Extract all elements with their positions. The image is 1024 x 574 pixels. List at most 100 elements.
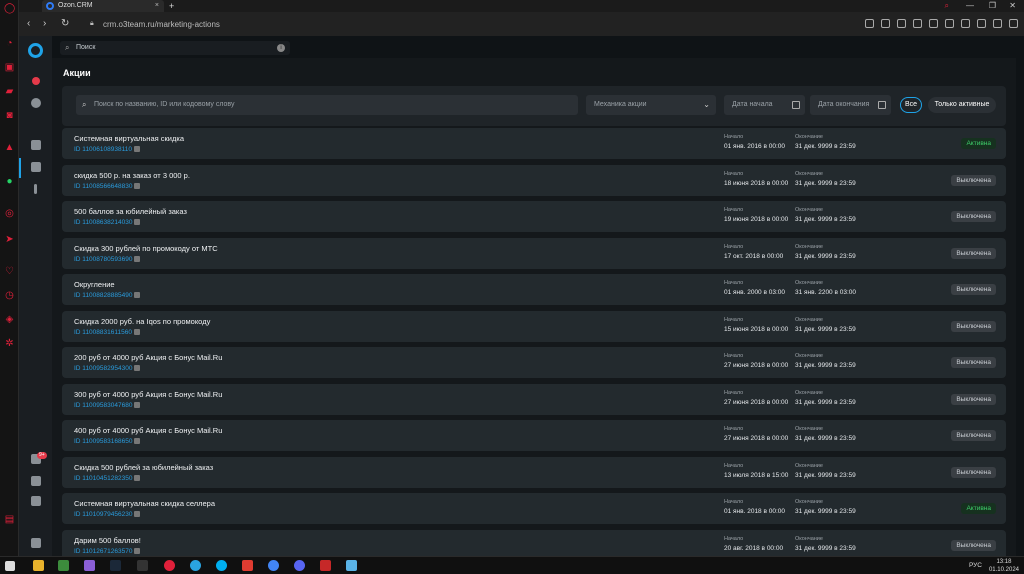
copy-icon[interactable] — [134, 474, 141, 481]
minecraft-icon[interactable] — [58, 560, 69, 571]
search-tab-icon[interactable] — [865, 19, 874, 28]
instagram-icon[interactable]: ◙ — [4, 110, 15, 121]
language-indicator[interactable]: РУС — [969, 562, 982, 569]
history-icon[interactable]: ◷ — [4, 290, 15, 301]
promotion-id[interactable]: ID 11009583168650 — [74, 438, 141, 445]
steam-icon[interactable] — [110, 560, 121, 571]
filter-all-button[interactable]: Все — [900, 97, 922, 113]
box-icon[interactable]: ◈ — [4, 314, 15, 325]
promotion-name[interactable]: Дарим 500 баллов! — [74, 536, 141, 545]
promotion-id[interactable]: ID 11006108938110 — [74, 146, 140, 153]
share-icon[interactable] — [929, 19, 938, 28]
copy-icon[interactable] — [133, 328, 140, 335]
speed-dial-icon[interactable]: ◔ — [4, 38, 15, 49]
promotion-name[interactable]: Системная виртуальная скидка селлера — [74, 499, 215, 508]
promotion-name[interactable]: Системная виртуальная скидка — [74, 134, 184, 143]
promotion-id[interactable]: ID 11008780593690 — [74, 255, 141, 263]
twitch-icon[interactable]: ▰ — [4, 86, 15, 97]
yandex-icon[interactable] — [320, 560, 331, 571]
music-icon[interactable]: ◎ — [4, 208, 15, 219]
discord-icon[interactable] — [294, 560, 305, 571]
copy-icon[interactable] — [134, 438, 141, 444]
start-icon[interactable] — [5, 561, 15, 571]
copy-icon[interactable] — [134, 365, 141, 371]
promotion-id[interactable]: ID 11008566648830 — [74, 182, 141, 190]
opera-logo-icon[interactable]: ◯ — [4, 3, 15, 14]
promotion-id[interactable]: ID 11008638214030 — [74, 219, 141, 226]
minimize-button[interactable]: — — [966, 0, 974, 12]
aria-icon[interactable]: ▲ — [4, 142, 15, 153]
promotion-row[interactable]: 400 руб от 4000 руб Акция с Бонус Mail.R… — [62, 420, 1006, 451]
play-icon[interactable] — [31, 98, 41, 108]
shopping-icon[interactable]: ▣ — [4, 62, 15, 73]
url-field[interactable]: crm.o3team.ru/marketing-actions — [103, 20, 220, 29]
skype-icon[interactable] — [216, 560, 227, 571]
ozon-logo-icon[interactable] — [28, 43, 43, 58]
easy-setup-icon[interactable] — [993, 19, 1002, 28]
telegram-icon[interactable] — [190, 560, 201, 571]
opera-taskbar-icon[interactable] — [164, 560, 175, 571]
opera-menu-icon[interactable]: ⌕ — [945, 0, 949, 12]
heart-icon[interactable]: ♡ — [4, 266, 15, 277]
promotion-name[interactable]: Скидка 500 рублей за юбилейный заказ — [74, 463, 213, 472]
promotion-id[interactable]: ID 11012671263570 — [74, 547, 141, 555]
global-search-input[interactable]: ⌕ Поиск i — [60, 41, 290, 55]
promotion-row[interactable]: Скидка 300 рублей по промокоду от МТС ID … — [62, 237, 1006, 269]
copy-icon[interactable] — [134, 547, 141, 554]
mechanics-select[interactable]: Механика акции ⌄ — [586, 95, 716, 115]
settings-icon[interactable]: ✲ — [4, 338, 15, 349]
filter-only-active-button[interactable]: Только активные — [928, 97, 996, 113]
copy-icon[interactable] — [134, 255, 141, 262]
sidebar-toggle-icon[interactable]: ▤ — [4, 514, 15, 525]
profile-icon[interactable] — [1009, 19, 1018, 28]
anydesk-icon[interactable] — [242, 560, 253, 571]
promotion-name[interactable]: 200 руб от 4000 руб Акция с Бонус Mail.R… — [74, 353, 222, 362]
promotion-row[interactable]: скидка 500 р. на заказ от 3 000 р. ID 110… — [62, 164, 1006, 196]
promotion-row[interactable]: Системная виртуальная скидка ID 110061089… — [62, 128, 1006, 159]
new-tab-button[interactable]: + — [169, 0, 174, 12]
end-date-field[interactable]: Дата окончания — [810, 95, 891, 115]
whatsapp-icon[interactable]: ● — [4, 176, 15, 187]
check-icon[interactable] — [31, 140, 41, 150]
promotion-row[interactable]: 200 руб от 4000 руб Акция с Бонус Mail.R… — [62, 347, 1006, 378]
copy-icon[interactable] — [134, 292, 141, 298]
megaphone-icon[interactable] — [31, 162, 41, 172]
vpn-icon[interactable] — [977, 19, 986, 28]
promotion-name[interactable]: 300 руб от 4000 руб Акция с Бонус Mail.R… — [74, 390, 222, 399]
copy-icon[interactable] — [134, 511, 141, 517]
copy-icon[interactable] — [134, 219, 141, 225]
extensions-icon[interactable] — [961, 19, 970, 28]
promotion-name[interactable]: 500 баллов за юбилейный заказ — [74, 207, 187, 216]
copy-icon[interactable] — [134, 401, 141, 408]
chat-icon[interactable] — [31, 476, 41, 486]
send-icon[interactable]: ➤ — [4, 234, 15, 245]
record-icon[interactable] — [32, 77, 40, 85]
epic-games-icon[interactable] — [137, 560, 148, 571]
info-icon[interactable]: i — [277, 44, 285, 52]
logout-icon[interactable] — [31, 538, 41, 548]
promotion-name[interactable]: 400 руб от 4000 руб Акция с Бонус Mail.R… — [74, 426, 222, 435]
promotion-name[interactable]: скидка 500 р. на заказ от 3 000 р. — [74, 171, 190, 180]
chrome-icon[interactable] — [268, 560, 279, 571]
more-icon[interactable] — [34, 184, 37, 194]
promotion-id[interactable]: ID 11009582954300 — [74, 365, 141, 372]
copy-icon[interactable] — [134, 182, 141, 189]
browser-tab[interactable]: Ozon.CRM × — [42, 0, 164, 12]
promotion-id[interactable]: ID 11010451282350 — [74, 474, 141, 482]
cloud-icon[interactable] — [346, 560, 357, 571]
promotion-id[interactable]: ID 11008831611560 — [74, 328, 140, 336]
promotion-row[interactable]: Скидка 2000 руб. на Iqos по промокоду ID … — [62, 310, 1006, 342]
file-explorer-icon[interactable] — [33, 560, 44, 571]
promotion-id[interactable]: ID 11010979456230 — [74, 511, 141, 518]
download-icon[interactable] — [913, 19, 922, 28]
translate-icon[interactable] — [945, 19, 954, 28]
promotion-name[interactable]: Округление — [74, 280, 115, 289]
clock[interactable]: 13:18 01.10.2024 — [989, 558, 1019, 574]
promotion-row[interactable]: Округление ID 11008828885490 Начало 01 янв.… — [62, 274, 1006, 305]
promotion-row[interactable]: 300 руб от 4000 руб Акция с Бонус Mail.R… — [62, 383, 1006, 415]
promotion-name[interactable]: Скидка 2000 руб. на Iqos по промокоду — [74, 317, 210, 326]
camera-icon[interactable] — [897, 19, 906, 28]
home-icon[interactable] — [31, 496, 41, 506]
obsidian-icon[interactable] — [84, 560, 95, 571]
promotion-id[interactable]: ID 11009583047680 — [74, 401, 141, 409]
